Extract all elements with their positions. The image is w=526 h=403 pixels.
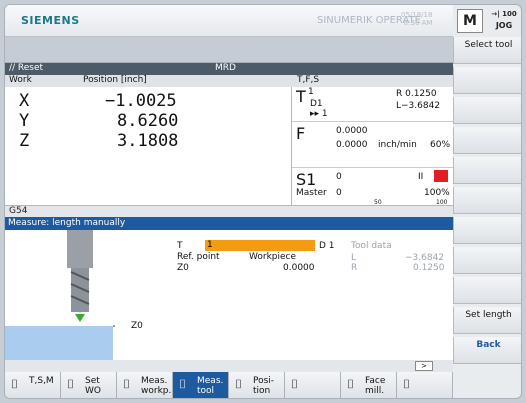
tool-data-label: Tool data xyxy=(351,241,392,251)
radius-value: 0.1250 xyxy=(413,263,445,273)
spindle-state: II xyxy=(418,172,424,182)
radius-label: R xyxy=(351,263,358,273)
siemens-logo: SIEMENS xyxy=(21,14,80,27)
feed-value: 0.0000 xyxy=(336,126,368,136)
reset-status: // Reset xyxy=(9,63,44,73)
spindle-master: Master xyxy=(296,188,327,198)
spindle-speed: 0 xyxy=(336,172,342,182)
mode-indicator: →| 100 JOG xyxy=(491,10,517,30)
feed-section: F 0.0000 0.0000 inch/min 60% xyxy=(292,121,454,150)
tool-field-label: T xyxy=(177,241,183,251)
feed-unit: inch/min xyxy=(378,140,417,150)
channel-status-bar: // Reset MRD xyxy=(5,63,453,75)
softkey-7[interactable] xyxy=(453,217,521,244)
tool-sub: ▸▸ 1 xyxy=(310,109,328,119)
spindle-label: S1 xyxy=(296,170,317,189)
work-offset-line: G54 xyxy=(5,205,453,217)
z0-marker: Z0 xyxy=(131,321,143,331)
datetime: 05/18/18 8:30 AM xyxy=(401,11,433,27)
work-label: Work xyxy=(9,75,32,85)
next-arrow-icon[interactable]: > xyxy=(415,361,433,371)
softkey-1[interactable]: Select tool xyxy=(453,37,521,64)
tool-radius: R 0.1250 xyxy=(396,89,437,99)
hkey-6[interactable]: ⌷ xyxy=(285,372,341,398)
softkey-5[interactable] xyxy=(453,157,521,184)
axis-x-value: −1.0025 xyxy=(105,91,177,111)
hkey-2[interactable]: ⌷ Set WO xyxy=(61,372,117,398)
softkey-11[interactable]: Back xyxy=(453,337,521,364)
feed-setpoint: 0.0000 xyxy=(336,140,368,150)
hkey-4[interactable]: ⌷ Meas. tool xyxy=(173,372,229,398)
tfs-label: T,F,S xyxy=(297,75,320,85)
softkey-4[interactable] xyxy=(453,127,521,154)
spindle-override: 100% xyxy=(424,188,450,198)
tool-offset: D1 xyxy=(310,99,323,109)
feed-label: F xyxy=(296,124,306,143)
spindle-section: S1 Master 0 0 II 100% 50 100 xyxy=(292,167,454,206)
header-bar: SIEMENS SINUMERIK OPERATE 05/18/18 8:30 A… xyxy=(5,5,453,37)
axis-x-name: X xyxy=(19,91,30,111)
tool-length: L−3.6842 xyxy=(396,101,441,111)
tool-number: 1 xyxy=(308,87,314,97)
spindle-setpoint: 0 xyxy=(336,188,342,198)
hkey-5[interactable]: ⌷ Posi- tion xyxy=(229,372,285,398)
status-area xyxy=(5,37,453,63)
hkey-7[interactable]: ⌷ Face mill. xyxy=(341,372,397,398)
z0-label: Z0 xyxy=(177,263,189,273)
length-label: L xyxy=(351,253,357,263)
softkey-10[interactable]: Set length xyxy=(453,307,521,334)
axis-positions: X −1.0025 Y 8.6260 Z 3.1808 xyxy=(5,87,291,205)
measure-title: Measure: length manually xyxy=(5,217,453,230)
axis-y-value: 8.6260 xyxy=(117,111,179,131)
position-label: Position [inch] xyxy=(83,75,147,85)
softkey-3[interactable] xyxy=(453,97,521,124)
feed-override: 60% xyxy=(430,140,451,150)
hkey-3[interactable]: ⌷ Meas. workp. xyxy=(117,372,173,398)
softkey-9[interactable] xyxy=(453,277,521,304)
tool-label: T xyxy=(296,87,306,106)
machine-area-button[interactable]: M xyxy=(457,9,483,33)
offset-label: D 1 xyxy=(319,241,335,251)
hkey-8[interactable]: ⌷ xyxy=(397,372,453,398)
program-name: MRD xyxy=(215,63,236,73)
ref-point-select[interactable]: Workpiece xyxy=(249,252,296,262)
axis-z-value: 3.1808 xyxy=(117,131,179,151)
softkey-6[interactable] xyxy=(453,187,521,214)
z0-input[interactable]: 0.0000 xyxy=(283,263,315,273)
screen: SIEMENS SINUMERIK OPERATE 05/18/18 8:30 A… xyxy=(0,0,526,403)
tfs-panel: T 1 D1 ▸▸ 1 R 0.1250 L−3.6842 F 0.0000 0… xyxy=(291,87,454,206)
axis-y-name: Y xyxy=(19,111,30,131)
length-value: −3.6842 xyxy=(405,253,445,263)
softkey-8[interactable] xyxy=(453,247,521,274)
ref-point-label: Ref. point xyxy=(177,252,220,262)
position-header: Work Position [inch] T,F,S xyxy=(5,75,453,87)
spindle-stop-icon xyxy=(434,170,448,182)
tool-input[interactable]: 1 xyxy=(205,240,315,251)
axis-z-name: Z xyxy=(19,131,30,151)
hkey-1[interactable]: ⌷ T,S,M xyxy=(5,372,61,398)
tool-graphic xyxy=(5,230,115,360)
scroll-bar: > xyxy=(5,360,453,372)
sinumerik-window: SIEMENS SINUMERIK OPERATE 05/18/18 8:30 A… xyxy=(4,4,522,399)
softkey-2[interactable] xyxy=(453,67,521,94)
work-offset: G54 xyxy=(9,206,28,216)
measure-panel: Z0 T 1 D 1 Ref. point Workpiece Z0 0.000… xyxy=(5,230,453,360)
